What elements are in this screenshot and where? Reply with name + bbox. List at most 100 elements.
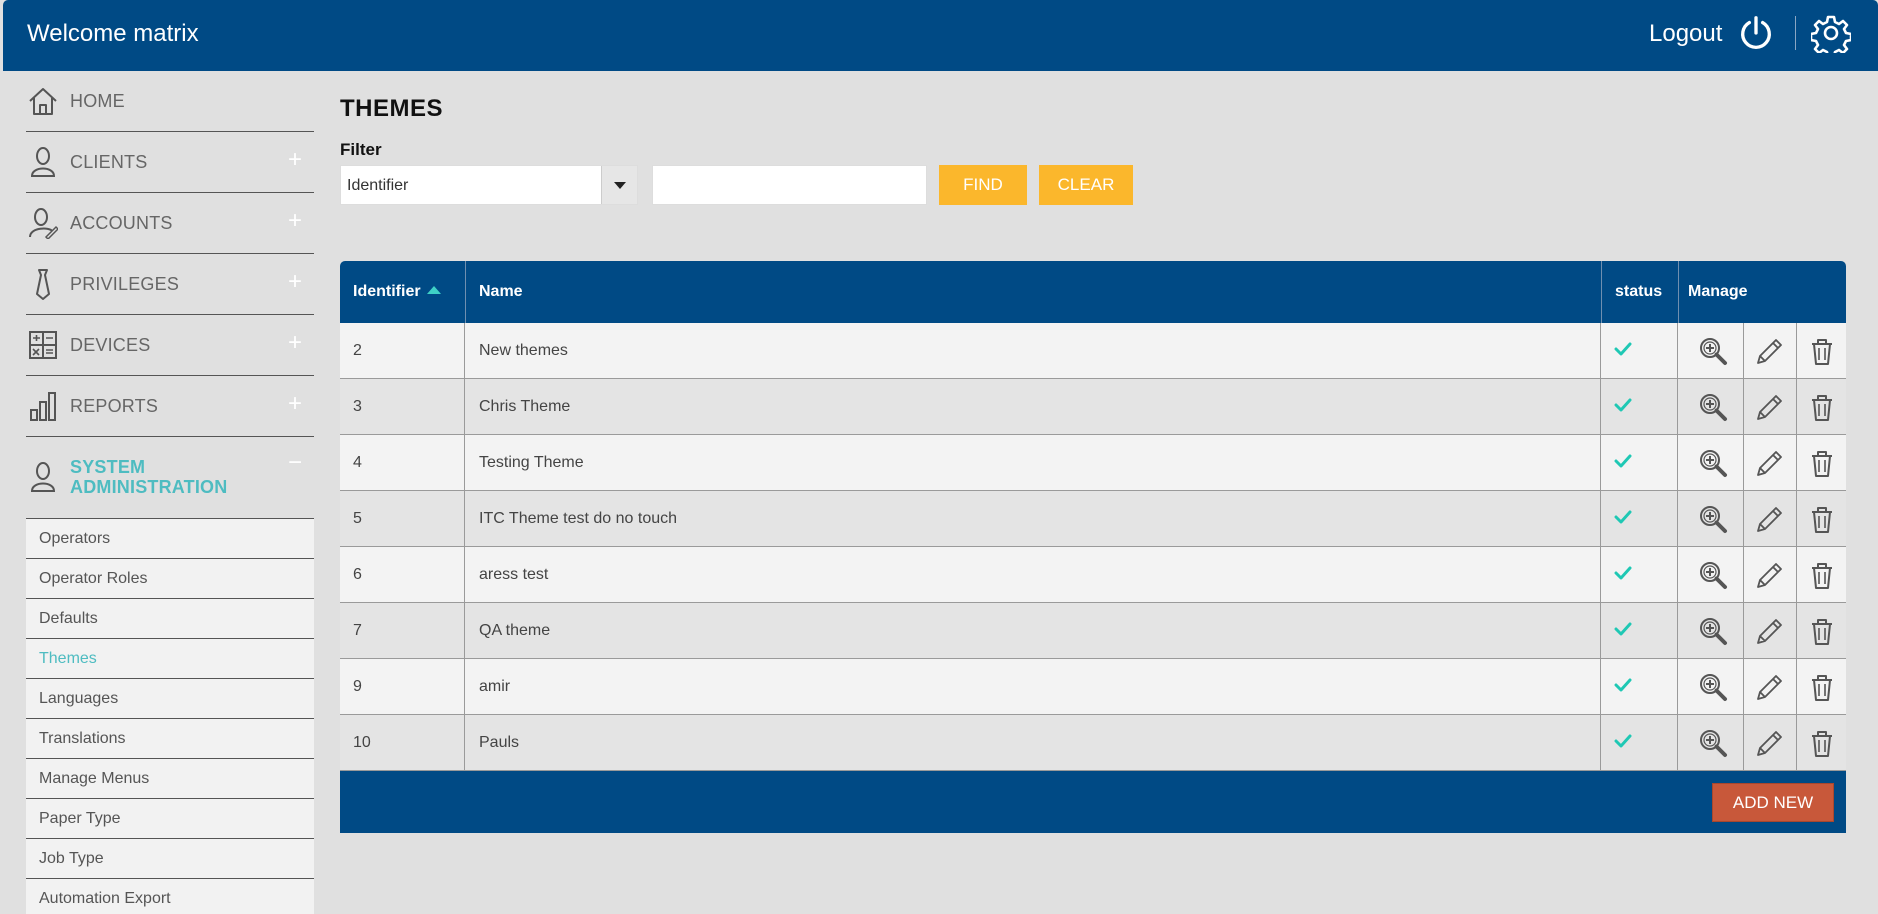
- check-icon: [1614, 342, 1632, 356]
- column-header-manage: Manage: [1688, 283, 1748, 300]
- sidebar-item-reports[interactable]: REPORTS +: [26, 376, 314, 437]
- expand-icon[interactable]: +: [288, 390, 302, 418]
- themes-table: Identifier Name status Manage 2 New theme…: [340, 261, 1846, 833]
- cell-name: amir: [465, 659, 1601, 714]
- find-button[interactable]: FIND: [939, 165, 1027, 205]
- column-divider: [465, 261, 466, 323]
- tie-icon: [36, 269, 50, 300]
- table-row: 10 Pauls: [340, 715, 1846, 771]
- cell-name: Testing Theme: [465, 435, 1601, 490]
- view-button[interactable]: [1678, 379, 1744, 434]
- filter-field-select[interactable]: Identifier: [340, 165, 638, 205]
- chevron-down-icon[interactable]: [601, 166, 637, 204]
- zoom-in-icon: [1700, 618, 1727, 645]
- submenu-item-themes[interactable]: Themes: [26, 639, 314, 679]
- filter-text-input[interactable]: [652, 165, 927, 205]
- sidebar-item-devices[interactable]: DEVICES +: [26, 315, 314, 376]
- gear-icon[interactable]: [1811, 13, 1851, 53]
- top-bar: Welcome matrix Logout: [3, 0, 1878, 71]
- column-header-status[interactable]: status: [1615, 261, 1662, 323]
- view-button[interactable]: [1678, 659, 1744, 714]
- submenu-item-job-type[interactable]: Job Type: [26, 839, 314, 879]
- table-header: Identifier Name status Manage: [340, 261, 1846, 323]
- clear-button[interactable]: CLEAR: [1039, 165, 1133, 205]
- cell-name: Pauls: [465, 715, 1601, 770]
- pencil-icon: [1757, 619, 1782, 644]
- user-icon: [30, 462, 56, 492]
- pencil-icon: [1757, 395, 1782, 420]
- calculator-icon: [29, 331, 57, 359]
- edit-button[interactable]: [1744, 659, 1797, 714]
- edit-button[interactable]: [1744, 379, 1797, 434]
- view-button[interactable]: [1678, 547, 1744, 602]
- power-icon[interactable]: [1737, 14, 1775, 52]
- delete-button[interactable]: [1797, 323, 1846, 378]
- view-button[interactable]: [1678, 435, 1744, 490]
- edit-button[interactable]: [1744, 547, 1797, 602]
- cell-identifier: 2: [340, 323, 465, 378]
- edit-button[interactable]: [1744, 715, 1797, 770]
- sidebar-item-clients[interactable]: CLIENTS +: [26, 132, 314, 193]
- submenu-item-paper-type[interactable]: Paper Type: [26, 799, 314, 839]
- delete-button[interactable]: [1797, 603, 1846, 658]
- view-button[interactable]: [1678, 323, 1744, 378]
- delete-button[interactable]: [1797, 435, 1846, 490]
- table-body: 2 New themes 3 Chris Theme 4 Testing Theme 5 IT…: [340, 323, 1846, 771]
- cell-identifier: 4: [340, 435, 465, 490]
- zoom-in-icon: [1700, 674, 1727, 701]
- table-row: 3 Chris Theme: [340, 379, 1846, 435]
- sidebar-item-system-administration[interactable]: SYSTEM ADMINISTRATION −: [26, 437, 314, 519]
- view-button[interactable]: [1678, 491, 1744, 546]
- expand-icon[interactable]: +: [288, 268, 302, 296]
- submenu-item-translations[interactable]: Translations: [26, 719, 314, 759]
- submenu-item-manage-menus[interactable]: Manage Menus: [26, 759, 314, 799]
- collapse-icon[interactable]: −: [288, 449, 302, 477]
- sidebar-item-privileges[interactable]: PRIVILEGES +: [26, 254, 314, 315]
- sort-ascending-icon: [426, 286, 441, 294]
- delete-button[interactable]: [1797, 659, 1846, 714]
- zoom-in-icon: [1700, 450, 1727, 477]
- submenu-item-languages[interactable]: Languages: [26, 679, 314, 719]
- column-header-name[interactable]: Name: [479, 261, 523, 323]
- submenu-item-automation-export[interactable]: Automation Export: [26, 879, 314, 914]
- delete-button[interactable]: [1797, 379, 1846, 434]
- edit-button[interactable]: [1744, 435, 1797, 490]
- sidebar-item-home[interactable]: HOME: [26, 71, 314, 132]
- sidebar-item-label: DEVICES: [70, 335, 151, 355]
- zoom-in-icon: [1700, 338, 1727, 365]
- delete-button[interactable]: [1797, 547, 1846, 602]
- table-row: 5 ITC Theme test do no touch: [340, 491, 1846, 547]
- edit-button[interactable]: [1744, 323, 1797, 378]
- trash-icon: [1812, 395, 1832, 421]
- delete-button[interactable]: [1797, 491, 1846, 546]
- expand-icon[interactable]: +: [288, 146, 302, 174]
- column-header-label: Identifier: [353, 283, 421, 300]
- column-divider: [1678, 261, 1679, 323]
- sidebar-item-accounts[interactable]: ACCOUNTS +: [26, 193, 314, 254]
- logout-link[interactable]: Logout: [1649, 20, 1722, 48]
- submenu-item-defaults[interactable]: Defaults: [26, 599, 314, 639]
- expand-icon[interactable]: +: [288, 207, 302, 235]
- cell-identifier: 9: [340, 659, 465, 714]
- cell-identifier: 6: [340, 547, 465, 602]
- expand-icon[interactable]: +: [288, 329, 302, 357]
- view-button[interactable]: [1678, 715, 1744, 770]
- table-row: 9 amir: [340, 659, 1846, 715]
- submenu-item-operators[interactable]: Operators: [26, 519, 314, 559]
- cell-status: [1601, 323, 1678, 378]
- sidebar-item-label: HOME: [70, 91, 125, 111]
- trash-icon: [1812, 507, 1832, 533]
- trash-icon: [1812, 731, 1832, 757]
- submenu-item-operator-roles[interactable]: Operator Roles: [26, 559, 314, 599]
- edit-button[interactable]: [1744, 603, 1797, 658]
- column-header-identifier[interactable]: Identifier: [353, 261, 441, 323]
- delete-button[interactable]: [1797, 715, 1846, 770]
- add-new-button[interactable]: ADD NEW: [1712, 783, 1834, 822]
- edit-button[interactable]: [1744, 491, 1797, 546]
- view-button[interactable]: [1678, 603, 1744, 658]
- bar-chart-icon: [30, 392, 56, 421]
- table-row: 6 aress test: [340, 547, 1846, 603]
- check-icon: [1614, 454, 1632, 468]
- pencil-icon: [1757, 675, 1782, 700]
- cell-name: ITC Theme test do no touch: [465, 491, 1601, 546]
